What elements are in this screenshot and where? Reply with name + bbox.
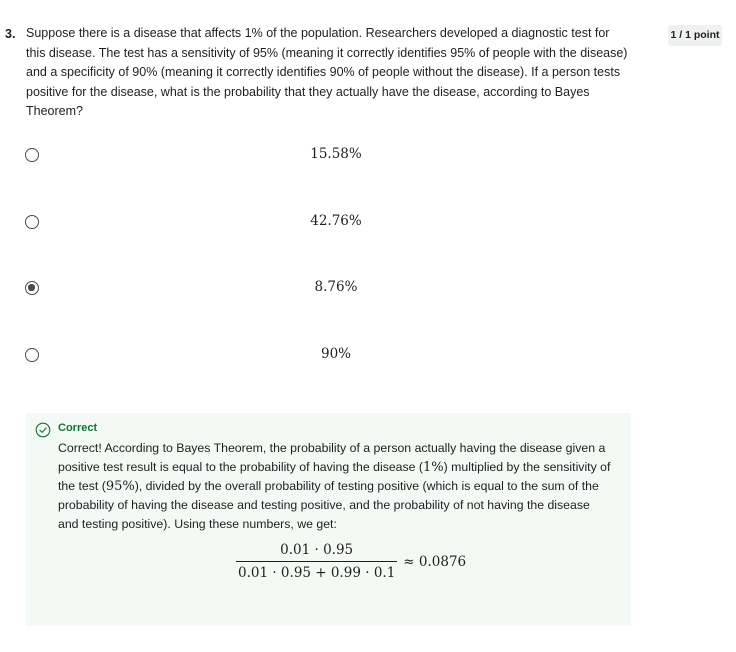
formula-numerator: 0.01 · 0.95 [280, 542, 354, 558]
question-text: Suppose there is a disease that affects … [26, 26, 628, 118]
radio-button[interactable] [25, 348, 39, 362]
points-badge: 1 / 1 point [668, 25, 722, 46]
math-value: 1% [423, 460, 444, 475]
bayes-formula: 0.01 · 0.95 0.01 · 0.95 + 0.99 · 0.1 ≈ 0… [236, 542, 466, 581]
radio-button[interactable] [25, 148, 39, 162]
math-value: 95% [105, 479, 135, 494]
check-circle-icon [35, 422, 51, 438]
formula-denominator: 0.01 · 0.95 + 0.99 · 0.1 [238, 565, 396, 581]
question-number: 3. [5, 27, 16, 41]
feedback-explanation: Correct! According to Bayes Theorem, the… [58, 439, 613, 534]
option-label: 90% [320, 346, 351, 362]
formula-result: ≈ 0.0876 [403, 553, 467, 570]
answer-option-2[interactable]: 42.76% [22, 207, 652, 239]
answer-option-3[interactable]: 8.76% [22, 273, 652, 305]
option-label: 8.76% [314, 279, 358, 295]
feedback-panel: Correct Correct! According to Bayes Theo… [26, 413, 631, 626]
feedback-text: ), divided by the overall probability of… [58, 479, 599, 531]
formula-fraction: 0.01 · 0.95 0.01 · 0.95 + 0.99 · 0.1 [236, 542, 398, 581]
radio-button[interactable] [25, 215, 39, 229]
radio-button-selected[interactable] [25, 281, 39, 295]
option-label: 42.76% [310, 213, 362, 229]
answer-option-4[interactable]: 90% [22, 340, 652, 372]
feedback-status: Correct [58, 422, 98, 434]
answer-option-1[interactable]: 15.58% [22, 140, 652, 172]
option-label: 15.58% [310, 146, 362, 162]
